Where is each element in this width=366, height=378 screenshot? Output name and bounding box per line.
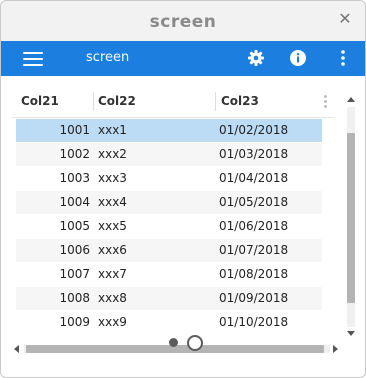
table-row-selected[interactable]: 1001 xxx1 01/02/2018 bbox=[16, 119, 322, 142]
cell-col22: xxx8 bbox=[98, 291, 127, 305]
cell-col21: 1004 bbox=[59, 195, 90, 209]
page-indicator-2-current[interactable] bbox=[187, 335, 203, 351]
scroll-down-icon[interactable] bbox=[347, 331, 355, 336]
cell-col22: xxx7 bbox=[98, 267, 127, 281]
scroll-thumb[interactable] bbox=[347, 133, 355, 303]
table-row[interactable]: 1002 xxx2 01/03/2018 bbox=[16, 143, 322, 166]
cell-col22: xxx4 bbox=[98, 195, 127, 209]
cell-col21: 1005 bbox=[59, 219, 90, 233]
table-row[interactable]: 1005 xxx5 01/06/2018 bbox=[16, 215, 322, 238]
app-bar: screen bbox=[1, 41, 365, 76]
cell-col21: 1003 bbox=[59, 171, 90, 185]
info-icon[interactable] bbox=[289, 49, 307, 67]
cell-col23: 01/04/2018 bbox=[219, 171, 289, 185]
data-grid: Col21 Col22 Col23 1001 xxx1 01/02/2018 1002… bbox=[12, 87, 358, 359]
table-row[interactable]: 1004 xxx4 01/05/2018 bbox=[16, 191, 322, 214]
cell-col23: 01/10/2018 bbox=[219, 315, 289, 329]
scroll-right-icon[interactable] bbox=[333, 345, 338, 353]
column-header-col22[interactable]: Col22 bbox=[98, 94, 136, 108]
close-icon[interactable]: ✕ bbox=[336, 10, 354, 28]
app-window: screen ✕ screen Col21 Col22 Col23 1001 x… bbox=[0, 0, 366, 378]
cell-col22: xxx1 bbox=[98, 123, 127, 137]
table-row[interactable]: 1006 xxx6 01/07/2018 bbox=[16, 239, 322, 262]
cell-col23: 01/09/2018 bbox=[219, 291, 289, 305]
column-menu-icon[interactable] bbox=[321, 94, 331, 110]
cell-col23: 01/02/2018 bbox=[219, 123, 289, 137]
grid-header: Col21 Col22 Col23 bbox=[12, 87, 334, 118]
scroll-up-icon[interactable] bbox=[347, 97, 355, 102]
cell-col21: 1006 bbox=[59, 243, 90, 257]
title-bar: screen ✕ bbox=[1, 1, 365, 42]
vertical-scrollbar[interactable] bbox=[345, 93, 357, 341]
cell-col22: xxx3 bbox=[98, 171, 127, 185]
window-title: screen bbox=[149, 12, 217, 32]
page-indicator-1[interactable] bbox=[169, 338, 178, 347]
table-row[interactable]: 1003 xxx3 01/04/2018 bbox=[16, 167, 322, 190]
table-row[interactable]: 1008 xxx8 01/09/2018 bbox=[16, 287, 322, 310]
cell-col23: 01/05/2018 bbox=[219, 195, 289, 209]
cell-col23: 01/07/2018 bbox=[219, 243, 289, 257]
cell-col22: xxx5 bbox=[98, 219, 127, 233]
table-row[interactable]: 1007 xxx7 01/08/2018 bbox=[16, 263, 322, 286]
cell-col23: 01/06/2018 bbox=[219, 219, 289, 233]
gear-icon[interactable] bbox=[247, 49, 265, 67]
cell-col21: 1009 bbox=[59, 315, 90, 329]
cell-col21: 1007 bbox=[59, 267, 90, 281]
column-header-col21[interactable]: Col21 bbox=[21, 94, 59, 108]
app-bar-title: screen bbox=[86, 50, 130, 65]
cell-col22: xxx9 bbox=[98, 315, 127, 329]
cell-col22: xxx6 bbox=[98, 243, 127, 257]
cell-col21: 1008 bbox=[59, 291, 90, 305]
cell-col23: 01/08/2018 bbox=[219, 267, 289, 281]
scroll-left-icon[interactable] bbox=[14, 345, 19, 353]
column-divider[interactable] bbox=[215, 92, 216, 111]
grid-body: 1001 xxx1 01/02/2018 1002 xxx2 01/03/2018 1003… bbox=[16, 119, 322, 337]
cell-col22: xxx2 bbox=[98, 147, 127, 161]
cell-col23: 01/03/2018 bbox=[219, 147, 289, 161]
more-vertical-icon[interactable] bbox=[334, 49, 352, 67]
column-divider[interactable] bbox=[93, 92, 94, 111]
table-row[interactable]: 1009 xxx9 01/10/2018 bbox=[16, 311, 322, 334]
hamburger-icon[interactable] bbox=[23, 52, 43, 66]
cell-col21: 1002 bbox=[59, 147, 90, 161]
cell-col21: 1001 bbox=[59, 123, 90, 137]
column-header-col23[interactable]: Col23 bbox=[221, 94, 259, 108]
